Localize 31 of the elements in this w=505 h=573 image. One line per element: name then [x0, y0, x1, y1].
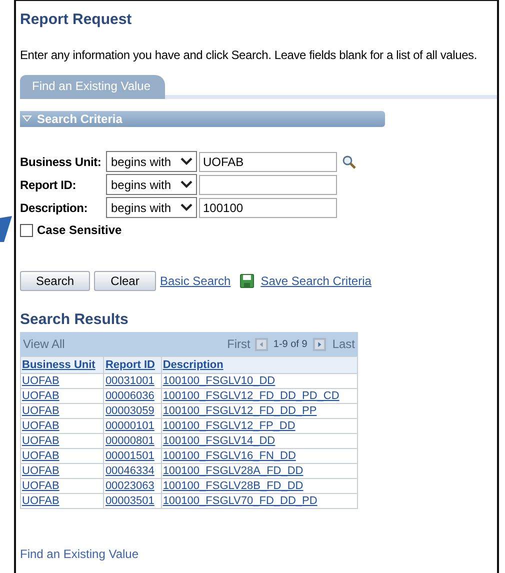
next-icon[interactable]: [313, 338, 326, 350]
checkbox[interactable]: [20, 224, 33, 236]
footer-link[interactable]: Find an Existing Value: [20, 547, 139, 561]
first-label: First: [227, 337, 250, 351]
checkbox-label: Case Sensitive: [37, 223, 122, 237]
page-title: Report Request: [20, 11, 132, 28]
chevron-icon: [180, 157, 193, 166]
search-button[interactable]: Search: [20, 271, 90, 291]
operator-dropdown[interactable]: begins with: [106, 197, 197, 218]
field-label: Report ID:: [20, 178, 77, 192]
save-icon[interactable]: [240, 274, 254, 288]
chevron-icon: [180, 203, 193, 212]
arrow-tip-drawing: [0, 216, 12, 242]
clear-button[interactable]: Clear: [94, 271, 156, 291]
instructions-text: Enter any information you have and click Search. Leave fields blank for a list of all values.: [20, 48, 477, 62]
input-field[interactable]: [199, 174, 337, 194]
search-icon[interactable]: [342, 154, 356, 168]
chevron-icon: [180, 180, 193, 189]
input-field[interactable]: 100100: [199, 198, 337, 218]
field-label: Business Unit:: [20, 154, 102, 168]
link[interactable]: Basic Search: [160, 274, 231, 288]
section-title: Search Results: [20, 311, 128, 328]
row-count: 1-9 of 9: [273, 338, 308, 350]
last-label: Last: [332, 337, 355, 351]
input-field[interactable]: UOFAB: [199, 152, 337, 172]
operator-dropdown[interactable]: begins with: [106, 174, 197, 195]
collapse-icon[interactable]: [22, 115, 32, 123]
field-label: Description:: [20, 200, 89, 214]
link[interactable]: Save Search Criteria: [260, 274, 372, 288]
operator-dropdown[interactable]: begins with: [106, 151, 197, 172]
previous-icon[interactable]: [255, 338, 268, 350]
